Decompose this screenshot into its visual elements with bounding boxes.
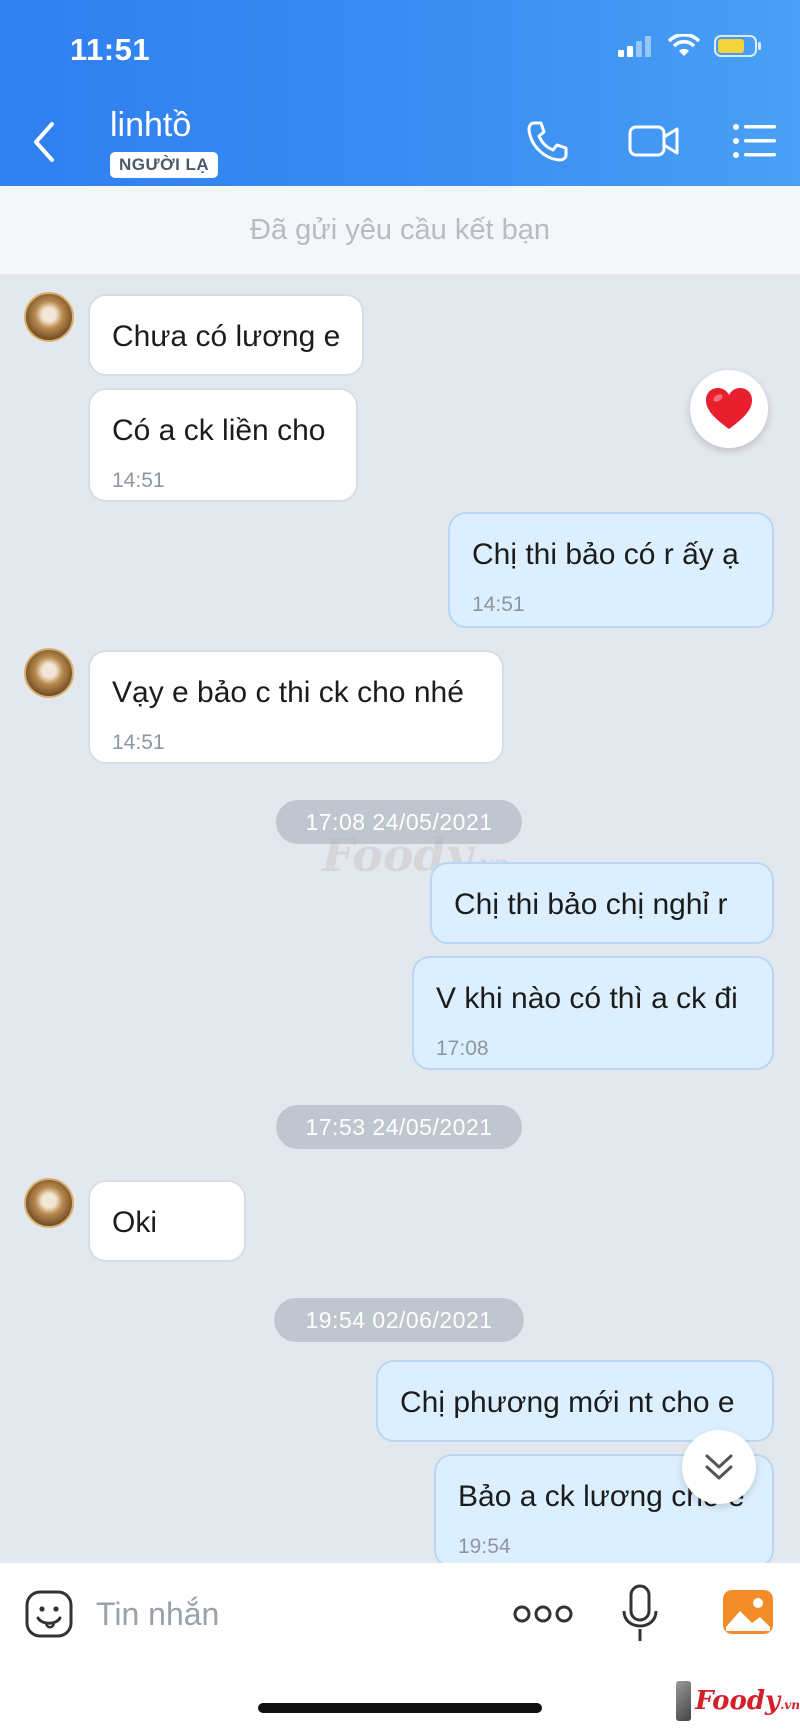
avatar[interactable] [24,292,74,342]
message-input[interactable] [96,1587,476,1641]
message-bubble-outgoing[interactable]: V khi nào có thì a ck đi 17:08 [412,956,774,1070]
date-separator: 17:53 24/05/2021 [276,1105,522,1149]
message-bubble-outgoing[interactable]: Chị thi bảo có r ấy ạ 14:51 [448,512,774,628]
message-time: 14:51 [112,468,165,492]
contact-name[interactable]: linhtồ [110,106,191,145]
brand-thumbnail [676,1681,692,1721]
status-icons [618,34,762,58]
double-chevron-down-icon [705,1454,733,1480]
message-bubble-incoming[interactable]: Có a ck liền cho 14:51 [88,388,358,502]
message-input-bar: Foody.vn [0,1563,800,1731]
message-text: Vạy e bảo c thi ck cho nhé [112,676,464,709]
sticker-icon[interactable] [24,1589,74,1639]
message-time: 19:54 [458,1534,511,1558]
status-time: 11:51 [70,32,151,67]
brand-text: Foody.vn [695,1686,800,1716]
heart-reaction[interactable] [690,370,768,448]
wifi-icon [668,34,700,56]
message-text: Có a ck liền cho [112,414,326,447]
stranger-badge: NGƯỜI LẠ [110,152,219,178]
message-bubble-incoming[interactable]: Chưa có lương e [88,294,364,376]
battery-icon [714,35,761,57]
message-time: 14:51 [472,592,525,616]
avatar[interactable] [24,1178,74,1228]
menu-button[interactable] [730,116,780,166]
home-indicator [258,1703,542,1713]
message-text: Oki [112,1206,157,1239]
message-text: Chị thi bảo chị nghỉ r [454,888,728,921]
date-separator: 19:54 02/06/2021 [274,1298,524,1342]
more-dots-icon[interactable] [512,1599,574,1629]
photo-icon[interactable] [722,1589,774,1635]
message-bubble-incoming[interactable]: Vạy e bảo c thi ck cho nhé 14:51 [88,650,504,764]
heart-icon [706,388,752,429]
call-button[interactable] [522,116,572,166]
microphone-icon[interactable] [620,1583,660,1645]
message-text: Chị thi bảo có r ấy ạ [472,538,739,571]
back-arrow-icon[interactable] [28,118,64,166]
chat-header: 11:51 linhtồ NGƯỜI LẠ [0,0,800,186]
message-text: Chưa có lương e [112,320,341,353]
menu-list-icon [733,124,776,158]
message-time: 17:08 [436,1036,489,1060]
cellular-signal-icon [618,36,651,57]
phone-icon [527,121,568,162]
message-bubble-incoming[interactable]: Oki [88,1180,246,1262]
avatar[interactable] [24,648,74,698]
video-call-button[interactable] [624,116,684,166]
message-text: Chị phương mới nt cho e [400,1386,735,1419]
friend-request-status: Đã gửi yêu cầu kết bạn [0,186,800,274]
message-time: 14:51 [112,730,165,754]
message-bubble-outgoing[interactable]: Chị thi bảo chị nghỉ r [430,862,774,944]
foody-logo: Foody.vn [676,1679,800,1723]
video-call-icon [628,125,679,157]
message-text: V khi nào có thì a ck đi [436,982,738,1015]
scroll-to-bottom-button[interactable] [682,1430,756,1504]
